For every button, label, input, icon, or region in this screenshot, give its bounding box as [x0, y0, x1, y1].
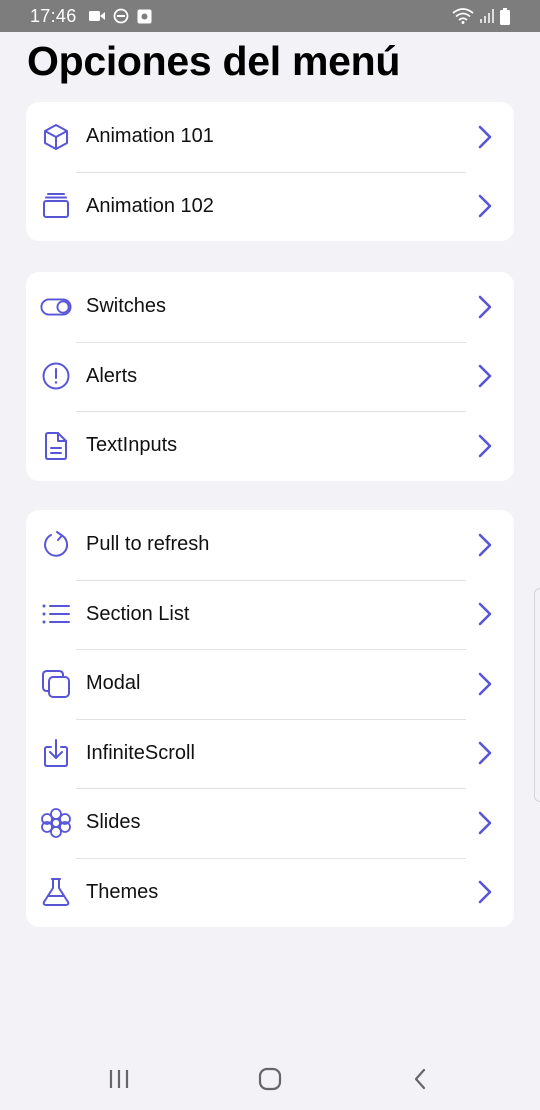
- menu-item-section-list[interactable]: Section List: [26, 579, 514, 650]
- document-text-icon: [40, 430, 72, 462]
- menu-item-label: Animation 101: [86, 125, 214, 148]
- copy-icon: [40, 668, 72, 700]
- status-bar: 17:46: [0, 0, 540, 32]
- chevron-right-icon: [476, 810, 494, 836]
- notification-app-icon: [137, 9, 152, 24]
- menu-item-pull-to-refresh[interactable]: Pull to refresh: [26, 510, 514, 580]
- wifi-icon: [452, 8, 474, 24]
- status-time: 17:46: [30, 5, 77, 26]
- cell-signal-icon: [480, 9, 494, 23]
- home-icon[interactable]: [258, 1066, 282, 1092]
- menu-item-modal[interactable]: Modal: [26, 649, 514, 719]
- menu-item-animation-102[interactable]: Animation 102: [26, 171, 514, 242]
- do-not-disturb-icon: [113, 8, 129, 24]
- video-camera-icon: [88, 10, 105, 22]
- menu-item-label: TextInputs: [86, 434, 178, 457]
- menu-item-infinitescroll[interactable]: InfiniteScroll: [26, 718, 514, 789]
- menu-item-label: Themes: [86, 880, 159, 903]
- chevron-right-icon: [476, 740, 494, 766]
- chevron-right-icon: [476, 193, 494, 219]
- menu-group-3: Pull to refresh Section List Modal Infin…: [26, 510, 514, 927]
- list-icon: [40, 598, 72, 630]
- page-title: Opciones del menú: [27, 38, 401, 84]
- menu-item-label: Slides: [86, 811, 141, 834]
- menu-item-switches[interactable]: Switches: [26, 272, 514, 342]
- menu-group-2: Switches Alerts TextInputs: [26, 272, 514, 481]
- menu-group-1: Animation 101 Animation 102: [26, 102, 514, 241]
- refresh-icon: [40, 529, 72, 561]
- menu-item-alerts[interactable]: Alerts: [26, 341, 514, 412]
- flask-icon: [40, 876, 72, 908]
- chevron-right-icon: [476, 433, 494, 459]
- download-icon: [40, 737, 72, 769]
- menu-item-label: Switches: [86, 295, 167, 318]
- flower-icon: [40, 807, 72, 839]
- system-navigation-bar: [0, 1046, 540, 1110]
- chevron-right-icon: [476, 124, 494, 150]
- menu-item-label: Section List: [86, 602, 190, 625]
- menu-item-label: Pull to refresh: [86, 533, 210, 556]
- chevron-right-icon: [476, 294, 494, 320]
- menu-item-slides[interactable]: Slides: [26, 788, 514, 858]
- chevron-right-icon: [476, 601, 494, 627]
- chevron-right-icon: [476, 671, 494, 697]
- scroll-indicator[interactable]: [534, 588, 540, 802]
- back-icon[interactable]: [412, 1066, 428, 1092]
- menu-item-label: InfiniteScroll: [86, 741, 195, 764]
- status-right-icons: [452, 7, 510, 25]
- alert-circle-icon: [40, 360, 72, 392]
- menu-item-label: Modal: [86, 672, 141, 695]
- menu-item-label: Alerts: [86, 364, 138, 387]
- menu-item-animation-101[interactable]: Animation 101: [26, 102, 514, 172]
- chevron-right-icon: [476, 363, 494, 389]
- menu-item-textinputs[interactable]: TextInputs: [26, 411, 514, 481]
- status-left-icons: [88, 8, 152, 24]
- cube-icon: [40, 121, 72, 153]
- chevron-right-icon: [476, 879, 494, 905]
- albums-icon: [40, 190, 72, 222]
- menu-item-themes[interactable]: Themes: [26, 857, 514, 928]
- menu-item-label: Animation 102: [86, 194, 214, 217]
- chevron-right-icon: [476, 532, 494, 558]
- toggle-icon: [40, 291, 72, 323]
- battery-icon: [500, 7, 510, 25]
- recent-apps-icon[interactable]: [108, 1066, 130, 1092]
